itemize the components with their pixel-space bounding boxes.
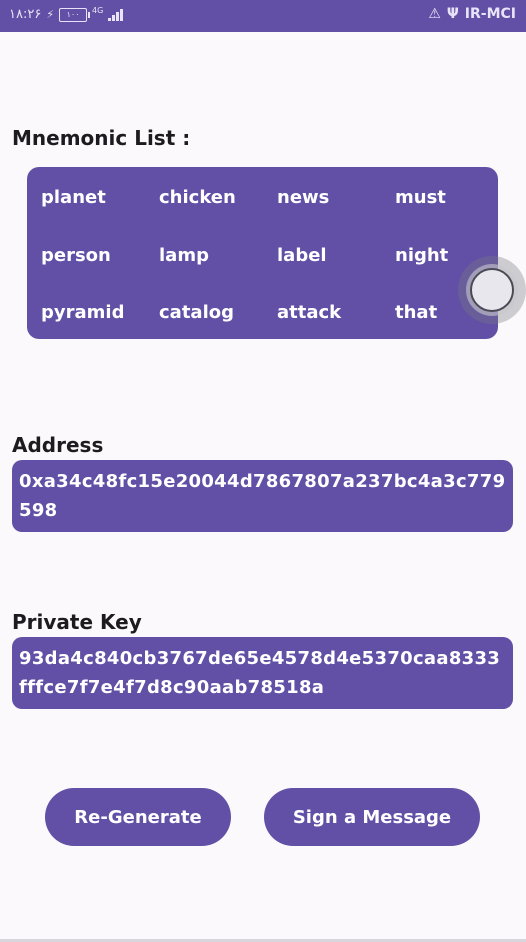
- mnemonic-word: that: [395, 302, 438, 323]
- charging-icon: ⚡: [46, 8, 55, 21]
- sign-message-button[interactable]: Sign a Message: [264, 788, 480, 846]
- mnemonic-word: person: [41, 245, 111, 266]
- mnemonic-word: lamp: [159, 245, 209, 266]
- mnemonic-word: attack: [277, 302, 342, 323]
- mnemonic-list: planet chicken news must person lamp lab…: [27, 167, 498, 339]
- battery-icon: ۱۰۰: [59, 7, 91, 22]
- status-bar: ۱۸:۲۶ ⚡ ۱۰۰ 4G ⚠ Ψ IR-MCI: [0, 0, 526, 32]
- private-key-field[interactable]: 93da4c840cb3767de65e4578d4e5370caa8333ff…: [12, 637, 513, 709]
- status-left: ۱۸:۲۶ ⚡ ۱۰۰ 4G: [9, 6, 123, 22]
- mnemonic-word: news: [277, 187, 330, 208]
- mnemonic-word: chicken: [159, 187, 236, 208]
- private-key-value[interactable]: 93da4c840cb3767de65e4578d4e5370caa8333ff…: [19, 644, 507, 702]
- mnemonic-word: label: [277, 245, 327, 266]
- address-value[interactable]: 0xa34c48fc15e20044d7867807a237bc4a3c7795…: [19, 467, 507, 525]
- usb-icon: Ψ: [446, 6, 459, 22]
- network-type: 4G: [92, 6, 104, 15]
- address-title: Address: [12, 433, 104, 457]
- mnemonic-word: catalog: [159, 302, 234, 323]
- mnemonic-title: Mnemonic List :: [12, 126, 191, 150]
- scroll-thumb[interactable]: [458, 256, 526, 324]
- private-key-title: Private Key: [12, 610, 142, 634]
- mnemonic-word: must: [395, 187, 446, 208]
- warning-icon: ⚠: [428, 6, 441, 22]
- regenerate-button[interactable]: Re-Generate: [45, 788, 231, 846]
- status-right: ⚠ Ψ IR-MCI: [428, 6, 516, 22]
- carrier-name: IR-MCI: [464, 6, 516, 22]
- address-field[interactable]: 0xa34c48fc15e20044d7867807a237bc4a3c7795…: [12, 460, 513, 532]
- mnemonic-word: night: [395, 245, 449, 266]
- clock: ۱۸:۲۶: [9, 7, 42, 22]
- mnemonic-word: pyramid: [41, 302, 125, 323]
- scroll-handle-icon[interactable]: [470, 268, 514, 312]
- mnemonic-word: planet: [41, 187, 106, 208]
- signal-icon: [108, 8, 123, 21]
